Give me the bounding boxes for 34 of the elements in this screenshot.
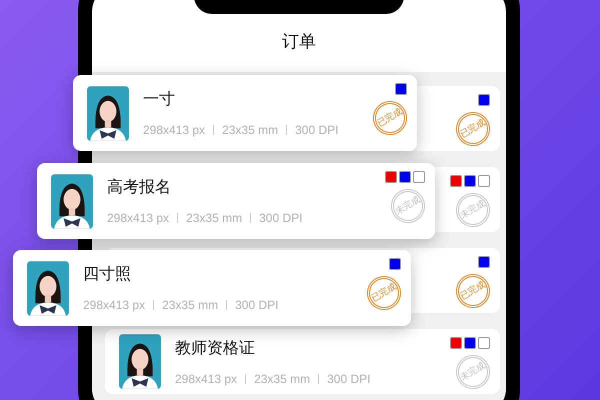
order-card[interactable]: 一寸 298x413 px 23x35 mm 300 DPI 已完成 <box>73 75 417 151</box>
color-swatch[interactable] <box>395 83 407 95</box>
pixel-size: 298x413 px <box>107 210 170 227</box>
order-card[interactable]: 高考报名 298x413 px 23x35 mm 300 DPI 未完成 <box>37 163 435 239</box>
color-swatch[interactable] <box>464 175 476 187</box>
resolution: 300 DPI <box>235 297 278 314</box>
resolution: 300 DPI <box>259 210 302 227</box>
order-card[interactable]: 四寸照 298x413 px 23x35 mm 300 DPI 已完成 <box>13 250 411 326</box>
pixel-size: 298x413 px <box>175 370 238 388</box>
color-swatch[interactable] <box>478 256 490 268</box>
color-swatch[interactable] <box>464 337 476 349</box>
color-swatch[interactable] <box>450 175 462 187</box>
resolution: 300 DPI <box>295 122 338 139</box>
print-size: 23x35 mm <box>162 297 218 314</box>
screen-title: 订单 <box>282 31 316 54</box>
pixel-size: 298x413 px <box>143 122 206 139</box>
order-card[interactable]: 教师资格证 298x413 px 23x35 mm 300 DPI 未完成 <box>105 329 500 394</box>
color-swatch[interactable] <box>450 337 462 349</box>
resolution: 300 DPI <box>327 370 370 388</box>
order-name: 一寸 <box>143 88 176 110</box>
color-swatch[interactable] <box>478 337 490 349</box>
color-swatch[interactable] <box>385 171 397 183</box>
color-swatch[interactable] <box>478 94 490 106</box>
color-swatch[interactable] <box>478 175 490 187</box>
print-size: 23x35 mm <box>254 370 310 388</box>
order-name: 四寸照 <box>83 263 132 285</box>
print-size: 23x35 mm <box>222 122 278 139</box>
order-name: 高考报名 <box>107 176 172 198</box>
color-swatch[interactable] <box>413 171 425 183</box>
order-name: 教师资格证 <box>175 336 256 358</box>
color-swatch[interactable] <box>399 171 411 183</box>
pixel-size: 298x413 px <box>83 297 146 314</box>
print-size: 23x35 mm <box>186 210 242 227</box>
color-swatch[interactable] <box>389 258 401 270</box>
